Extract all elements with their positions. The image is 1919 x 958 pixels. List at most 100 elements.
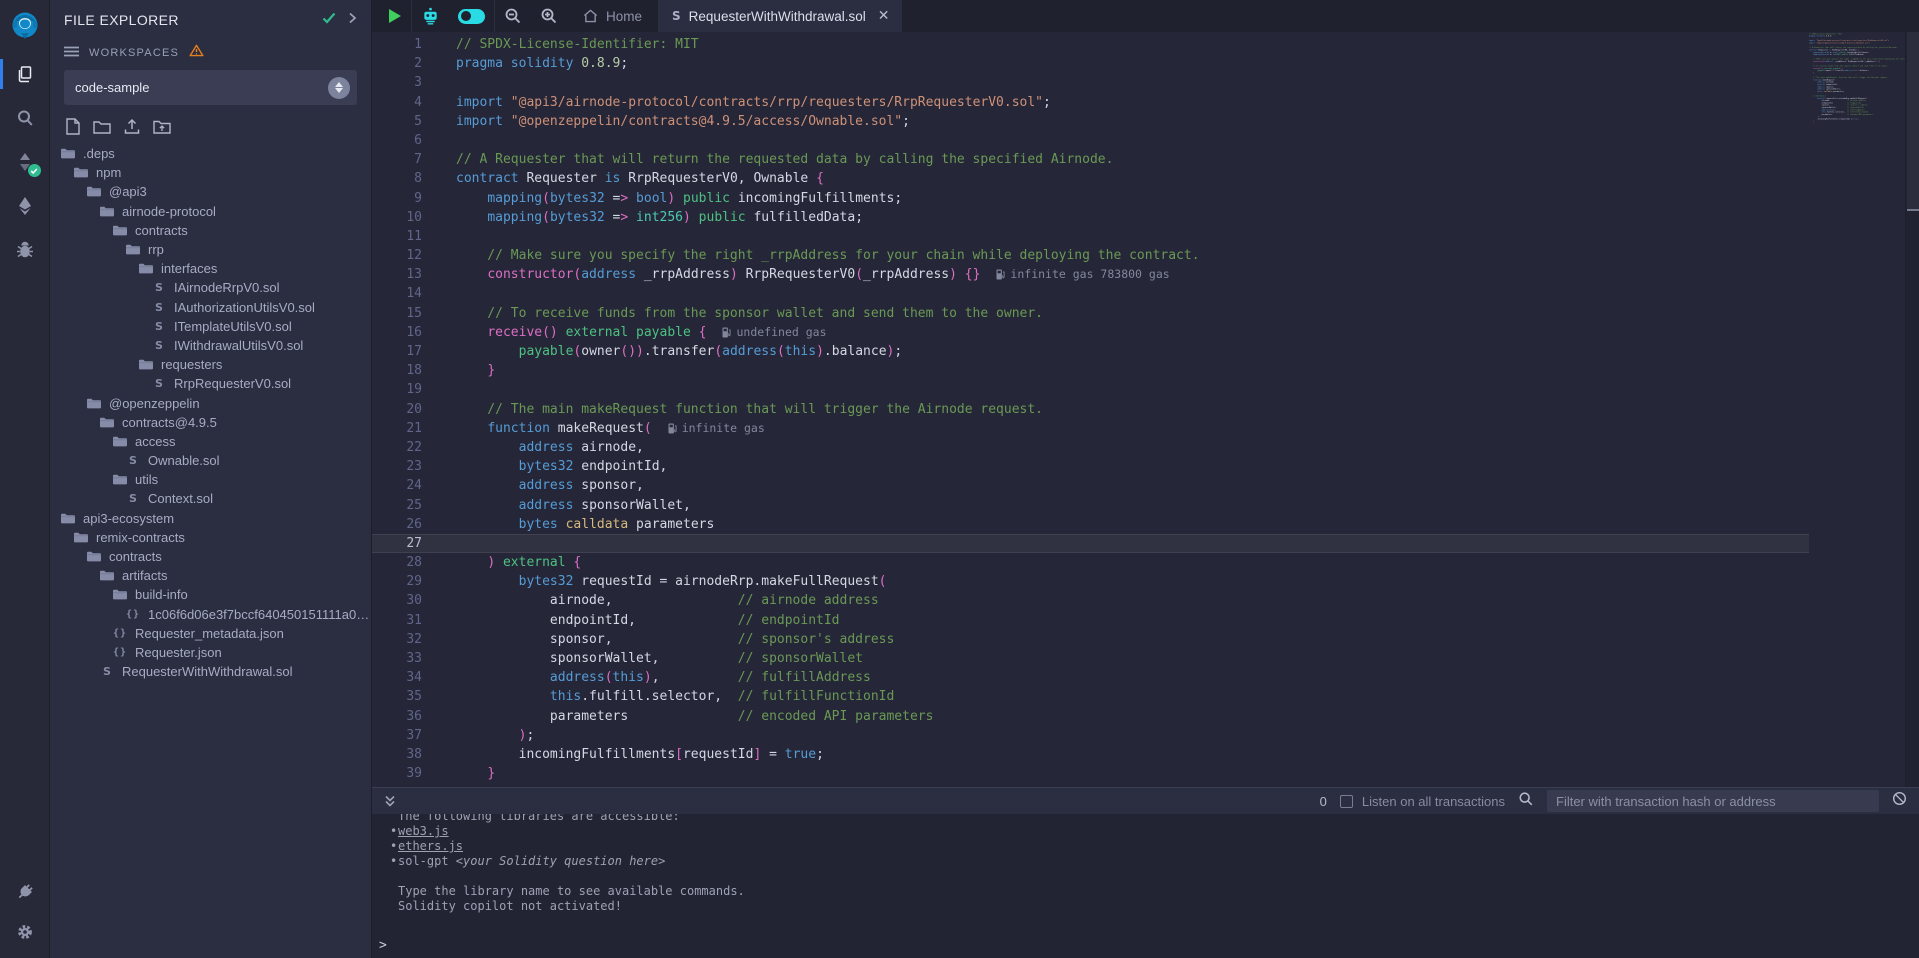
- workspaces-row: WORKSPACES: [50, 32, 371, 66]
- tree-item-contracts[interactable]: contracts: [50, 221, 371, 240]
- tree-item-iwithdrawalutilsv0-sol[interactable]: SIWithdrawalUtilsV0.sol: [50, 336, 371, 355]
- code-text: function makeRequest(: [456, 419, 652, 438]
- tree-item-access[interactable]: access: [50, 432, 371, 451]
- toggle-on-icon: [458, 9, 485, 24]
- chevron-right-icon[interactable]: [348, 11, 357, 29]
- debugger-icon[interactable]: [0, 228, 50, 272]
- remix-ide-window: FILE EXPLORER WORKSPACES: [0, 0, 1919, 958]
- tree-item-contracts[interactable]: contracts: [50, 547, 371, 566]
- new-folder-icon[interactable]: [93, 120, 111, 134]
- tree-item-context-sol[interactable]: SContext.sol: [50, 489, 371, 508]
- tab-active-file[interactable]: S RequesterWithWithdrawal.sol ✕: [659, 0, 902, 32]
- library-link[interactable]: ethers.js: [398, 839, 463, 853]
- zoom-out-icon[interactable]: [495, 0, 531, 32]
- tree-item-iauthorizationutilsv0-sol[interactable]: SIAuthorizationUtilsV0.sol: [50, 298, 371, 317]
- editor-minimap[interactable]: // SPDX-License-Identifier: MITpragma so…: [1809, 32, 1905, 787]
- json-file-icon: {}: [112, 628, 128, 639]
- terminal-search-icon[interactable]: [1518, 791, 1534, 812]
- upload-folder-icon[interactable]: [153, 119, 171, 134]
- solidity-compiler-icon[interactable]: [0, 140, 50, 184]
- plugin-manager-icon[interactable]: [0, 872, 50, 912]
- tree-item-api3-ecosystem[interactable]: api3-ecosystem: [50, 509, 371, 528]
- tab-home[interactable]: Home: [567, 0, 658, 32]
- code-line-1: 1// SPDX-License-Identifier: MIT: [372, 35, 1809, 54]
- code-text: address airnode,: [456, 438, 644, 457]
- line-number: 23: [372, 457, 422, 476]
- tree-item-itemplateutilsv0-sol[interactable]: SITemplateUtilsV0.sol: [50, 317, 371, 336]
- tree-item--api3[interactable]: @api3: [50, 182, 371, 201]
- scrollbar-thumb[interactable]: [1907, 32, 1919, 211]
- tree-item-rrprequesterv0-sol[interactable]: SRrpRequesterV0.sol: [50, 374, 371, 393]
- tree-item-interfaces[interactable]: interfaces: [50, 259, 371, 278]
- tree-item-label: RrpRequesterV0.sol: [174, 376, 291, 391]
- terminal-collapse-icon[interactable]: [380, 788, 400, 814]
- line-number: 4: [372, 93, 422, 112]
- line-number: 38: [372, 745, 422, 764]
- code-line-36: 36 parameters // encoded API parameters: [372, 707, 1809, 726]
- clear-console-icon[interactable]: [1892, 791, 1907, 811]
- tree-item-1c06f6d06e3f7bccf640450151111a0-[interactable]: {}1c06f6d06e3f7bccf640450151111a0…: [50, 605, 371, 624]
- new-file-icon[interactable]: [66, 118, 80, 135]
- line-number: 22: [372, 438, 422, 457]
- tree-item-iairnoderrpv0-sol[interactable]: SIAirnodeRrpV0.sol: [50, 278, 371, 297]
- tree-item-artifacts[interactable]: artifacts: [50, 566, 371, 585]
- editor-scrollbar[interactable]: [1905, 32, 1919, 787]
- tree-item-requesters[interactable]: requesters: [50, 355, 371, 374]
- code-line-26: 26 bytes calldata parameters: [372, 515, 1809, 534]
- code-line-6: 6: [372, 131, 1809, 150]
- line-number: 9: [372, 189, 422, 208]
- tree-item-label: 1c06f6d06e3f7bccf640450151111a0…: [148, 607, 369, 622]
- code-line-32: 32 sponsor, // sponsor's address: [372, 630, 1809, 649]
- line-number: 15: [372, 304, 422, 323]
- tree-item-label: access: [135, 434, 175, 449]
- warning-icon[interactable]: [189, 44, 204, 62]
- transaction-filter-input[interactable]: [1547, 790, 1879, 812]
- folder-icon: [73, 167, 89, 178]
- terminal-prompt[interactable]: >: [379, 938, 387, 953]
- ai-copilot-robot-icon[interactable]: [412, 0, 449, 32]
- terminal-text: sol-gpt: [398, 854, 456, 868]
- tree-item-utils[interactable]: utils: [50, 470, 371, 489]
- listen-checkbox[interactable]: [1340, 795, 1353, 808]
- workspace-dropdown-icon[interactable]: [328, 77, 350, 99]
- accept-check-icon[interactable]: [322, 11, 336, 29]
- tab-close-icon[interactable]: ✕: [878, 8, 890, 24]
- tree-item-airnode-protocol[interactable]: airnode-protocol: [50, 202, 371, 221]
- code-editor[interactable]: 1// SPDX-License-Identifier: MIT2pragma …: [372, 32, 1919, 787]
- tree-item-requesterwithwithdrawal-sol[interactable]: SRequesterWithWithdrawal.sol: [50, 662, 371, 681]
- tree-item-requester-metadata-json[interactable]: {}Requester_metadata.json: [50, 624, 371, 643]
- line-number: 18: [372, 361, 422, 380]
- tree-item-remix-contracts[interactable]: remix-contracts: [50, 528, 371, 547]
- tree-item-build-info[interactable]: build-info: [50, 585, 371, 604]
- copilot-toggle[interactable]: [449, 0, 494, 32]
- run-script-play-icon[interactable]: [372, 0, 411, 32]
- tree-item-requester-json[interactable]: {}Requester.json: [50, 643, 371, 662]
- terminal-line: •web3.js: [378, 824, 1919, 839]
- tree-item-rrp[interactable]: rrp: [50, 240, 371, 259]
- tree-item--openzeppelin[interactable]: @openzeppelin: [50, 393, 371, 412]
- library-link[interactable]: web3.js: [398, 824, 449, 838]
- tree-item--deps[interactable]: .deps: [50, 144, 371, 163]
- tree-item-label: contracts: [109, 549, 162, 564]
- tab-home-label: Home: [606, 9, 642, 24]
- tree-item-label: npm: [96, 165, 121, 180]
- hamburger-menu-icon[interactable]: [64, 44, 79, 62]
- folder-icon: [99, 206, 115, 217]
- tree-item-label: rrp: [148, 242, 164, 257]
- workspace-select[interactable]: code-sample: [64, 70, 357, 105]
- zoom-in-icon[interactable]: [531, 0, 567, 32]
- tree-item-npm[interactable]: npm: [50, 163, 371, 182]
- line-number: 27: [372, 534, 422, 553]
- terminal-line: Type the library name to see available c…: [378, 884, 1919, 899]
- upload-file-icon[interactable]: [124, 118, 140, 135]
- terminal-output[interactable]: The following libraries are accessible:•…: [372, 814, 1919, 958]
- tree-item-ownable-sol[interactable]: SOwnable.sol: [50, 451, 371, 470]
- remix-logo-icon[interactable]: [0, 0, 50, 52]
- settings-gear-icon[interactable]: [0, 912, 50, 952]
- deploy-run-icon[interactable]: [0, 184, 50, 228]
- search-icon[interactable]: [0, 96, 50, 140]
- tree-item-contracts-4-9-5[interactable]: contracts@4.9.5: [50, 413, 371, 432]
- listen-all-transactions[interactable]: Listen on all transactions: [1340, 794, 1505, 809]
- code-text: mapping(bytes32 => int256) public fulfil…: [456, 208, 863, 227]
- file-explorer-icon[interactable]: [0, 52, 50, 96]
